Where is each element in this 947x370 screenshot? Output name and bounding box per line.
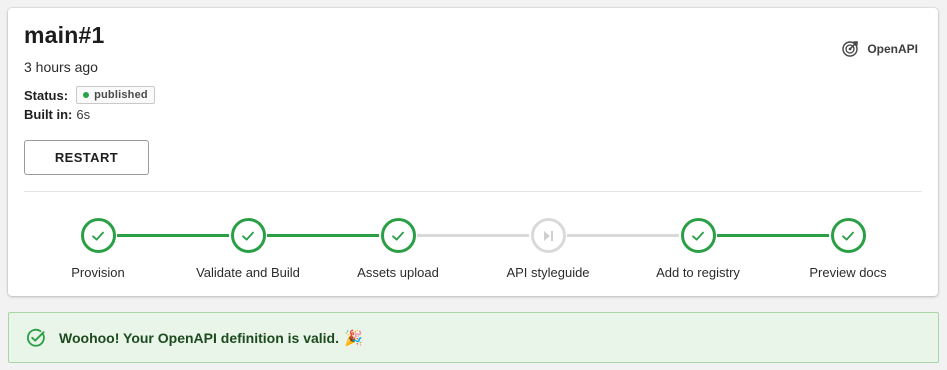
status-value: published — [94, 89, 148, 101]
openapi-icon — [841, 40, 859, 58]
built-row: Built in: 6s — [24, 107, 90, 122]
api-type-indicator: OpenAPI — [841, 40, 918, 58]
success-banner: Woohoo! Your OpenAPI definition is valid… — [8, 312, 939, 363]
restart-button[interactable]: RESTART — [24, 140, 149, 175]
banner-message: Woohoo! Your OpenAPI definition is valid… — [59, 329, 339, 346]
pipeline-steps: Provision Validate and Build Assets upload… — [8, 208, 938, 288]
step-status-circle — [830, 218, 866, 253]
pipeline-step: Validate and Build — [178, 218, 318, 280]
api-type-label: OpenAPI — [867, 42, 918, 56]
status-row: Status: published — [24, 86, 155, 104]
check-circle-icon — [26, 328, 46, 348]
party-emoji: 🎉 — [344, 329, 363, 347]
built-label: Built in: — [24, 107, 73, 122]
pipeline-step: API styleguide — [478, 218, 618, 280]
pipeline-step: Preview docs — [778, 218, 918, 280]
build-card: main#1 3 hours ago Status: published Bui… — [8, 8, 938, 296]
status-label: Status: — [24, 87, 69, 103]
pipeline-step: Add to registry — [628, 218, 768, 280]
status-dot-icon — [83, 92, 90, 98]
build-title: main#1 — [24, 22, 105, 48]
built-value: 6s — [76, 107, 91, 122]
divider — [24, 191, 922, 192]
step-label: Provision — [71, 265, 125, 280]
step-status-circle — [80, 218, 116, 253]
check-icon — [240, 228, 256, 244]
step-label: Preview docs — [809, 265, 887, 280]
build-time-ago: 3 hours ago — [24, 59, 98, 75]
check-icon — [690, 228, 706, 244]
skip-next-icon — [540, 228, 556, 244]
step-status-circle — [380, 218, 416, 253]
status-badge: published — [76, 86, 155, 104]
step-label: API styleguide — [506, 265, 590, 280]
step-status-circle — [680, 218, 716, 253]
check-icon — [90, 228, 106, 244]
pipeline-step: Assets upload — [328, 218, 468, 280]
step-label: Add to registry — [656, 265, 740, 280]
check-icon — [840, 228, 856, 244]
step-label: Validate and Build — [196, 265, 300, 280]
step-status-circle — [230, 218, 266, 253]
pipeline-step: Provision — [28, 218, 168, 280]
step-label: Assets upload — [357, 265, 439, 280]
step-status-circle — [530, 218, 566, 253]
check-icon — [390, 228, 406, 244]
